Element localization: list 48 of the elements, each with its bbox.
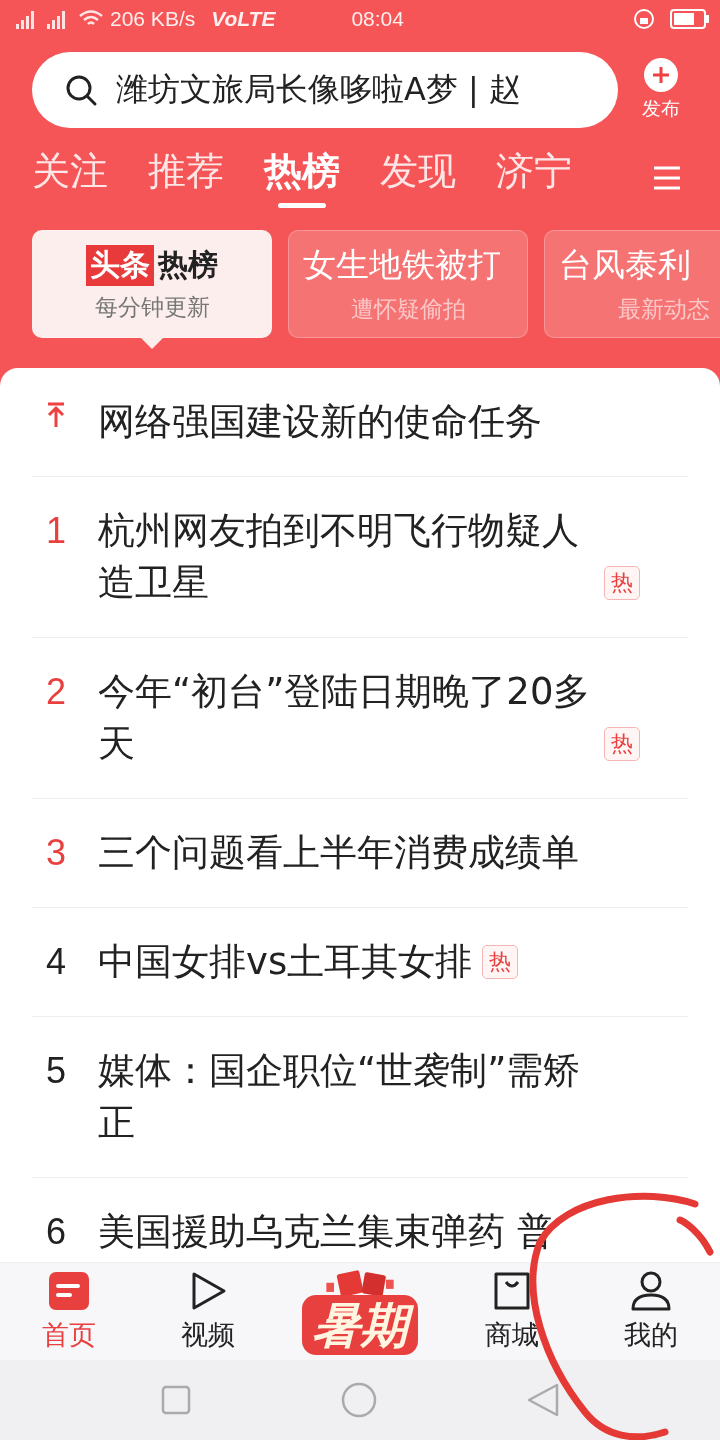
card-subtitle: 遭怀疑偷拍: [350, 295, 466, 324]
nav-tab[interactable]: 我的: [605, 1271, 696, 1353]
hot-badge: 热: [604, 566, 640, 600]
back-icon[interactable]: [527, 1383, 559, 1417]
nav-tab[interactable]: 商城: [466, 1271, 557, 1353]
hot-list-item[interactable]: 3 三个问题看上半年消费成绩单: [32, 799, 688, 908]
network-speed: 206 KB/s: [110, 7, 196, 31]
rank-number: 5: [46, 1051, 67, 1093]
pointer-tail: [140, 337, 164, 349]
card-subtitle: 每分钟更新: [94, 293, 210, 322]
rotation-lock-icon: [632, 7, 656, 31]
headline: 三个问题看上半年消费成绩单: [98, 830, 579, 876]
pin-top-icon: [46, 402, 66, 428]
rank-number: 4: [46, 942, 67, 984]
headline: 今年“初台”登陆日期晚了20多天: [98, 669, 592, 767]
clock: 08:04: [351, 7, 404, 31]
menu-icon[interactable]: [652, 165, 682, 191]
rank-number: 2: [46, 672, 67, 714]
headline: 杭州网友拍到不明飞行物疑人造卫星: [98, 508, 580, 606]
hot-list-item[interactable]: 1 杭州网友拍到不明飞行物疑人造卫星 热: [32, 477, 688, 638]
hot-badge: 热: [604, 727, 640, 761]
rank-number: 1: [46, 511, 67, 553]
card-title: 热榜: [156, 246, 218, 284]
rank-number: 3: [46, 833, 67, 875]
brand-logo: 头条: [86, 245, 154, 286]
card-subtitle: 最新动态: [618, 295, 710, 324]
rank-number: 6: [46, 1212, 67, 1254]
battery-icon: [670, 8, 710, 30]
headline: 网络强国建设新的使命任务: [98, 399, 542, 445]
user-icon: [629, 1271, 672, 1311]
hot-badge: 热: [482, 945, 519, 979]
hot-list-item[interactable]: 4 中国女排vs土耳其女排 热: [32, 908, 688, 1017]
card-title: 台风泰利: [559, 244, 691, 286]
search-field[interactable]: 潍坊文旅局长像哆啦A梦 | 赵: [32, 52, 618, 128]
card-title: 女生地铁被打: [303, 244, 501, 286]
nav-tab[interactable]: 首页: [24, 1271, 115, 1353]
home-icon[interactable]: [341, 1382, 377, 1418]
nav-tab[interactable]: 视频: [163, 1271, 254, 1353]
headline: 媒体：国企职位“世袭制”需矫正: [98, 1048, 582, 1146]
recent-apps-icon[interactable]: [161, 1385, 191, 1415]
search-icon: [64, 73, 98, 107]
article-icon: [48, 1271, 91, 1311]
hot-list-item[interactable]: 5 媒体：国企职位“世袭制”需矫正: [32, 1017, 688, 1178]
topic-card[interactable]: 头条 热榜 每分钟更新: [32, 230, 272, 338]
hot-list-item[interactable]: 网络强国建设新的使命任务: [32, 368, 688, 477]
headline: 中国女排vs土耳其女排: [98, 939, 473, 985]
network-type: VoLTE: [211, 7, 276, 31]
hot-list-item[interactable]: 2 今年“初台”登陆日期晚了20多天 热: [32, 638, 688, 799]
